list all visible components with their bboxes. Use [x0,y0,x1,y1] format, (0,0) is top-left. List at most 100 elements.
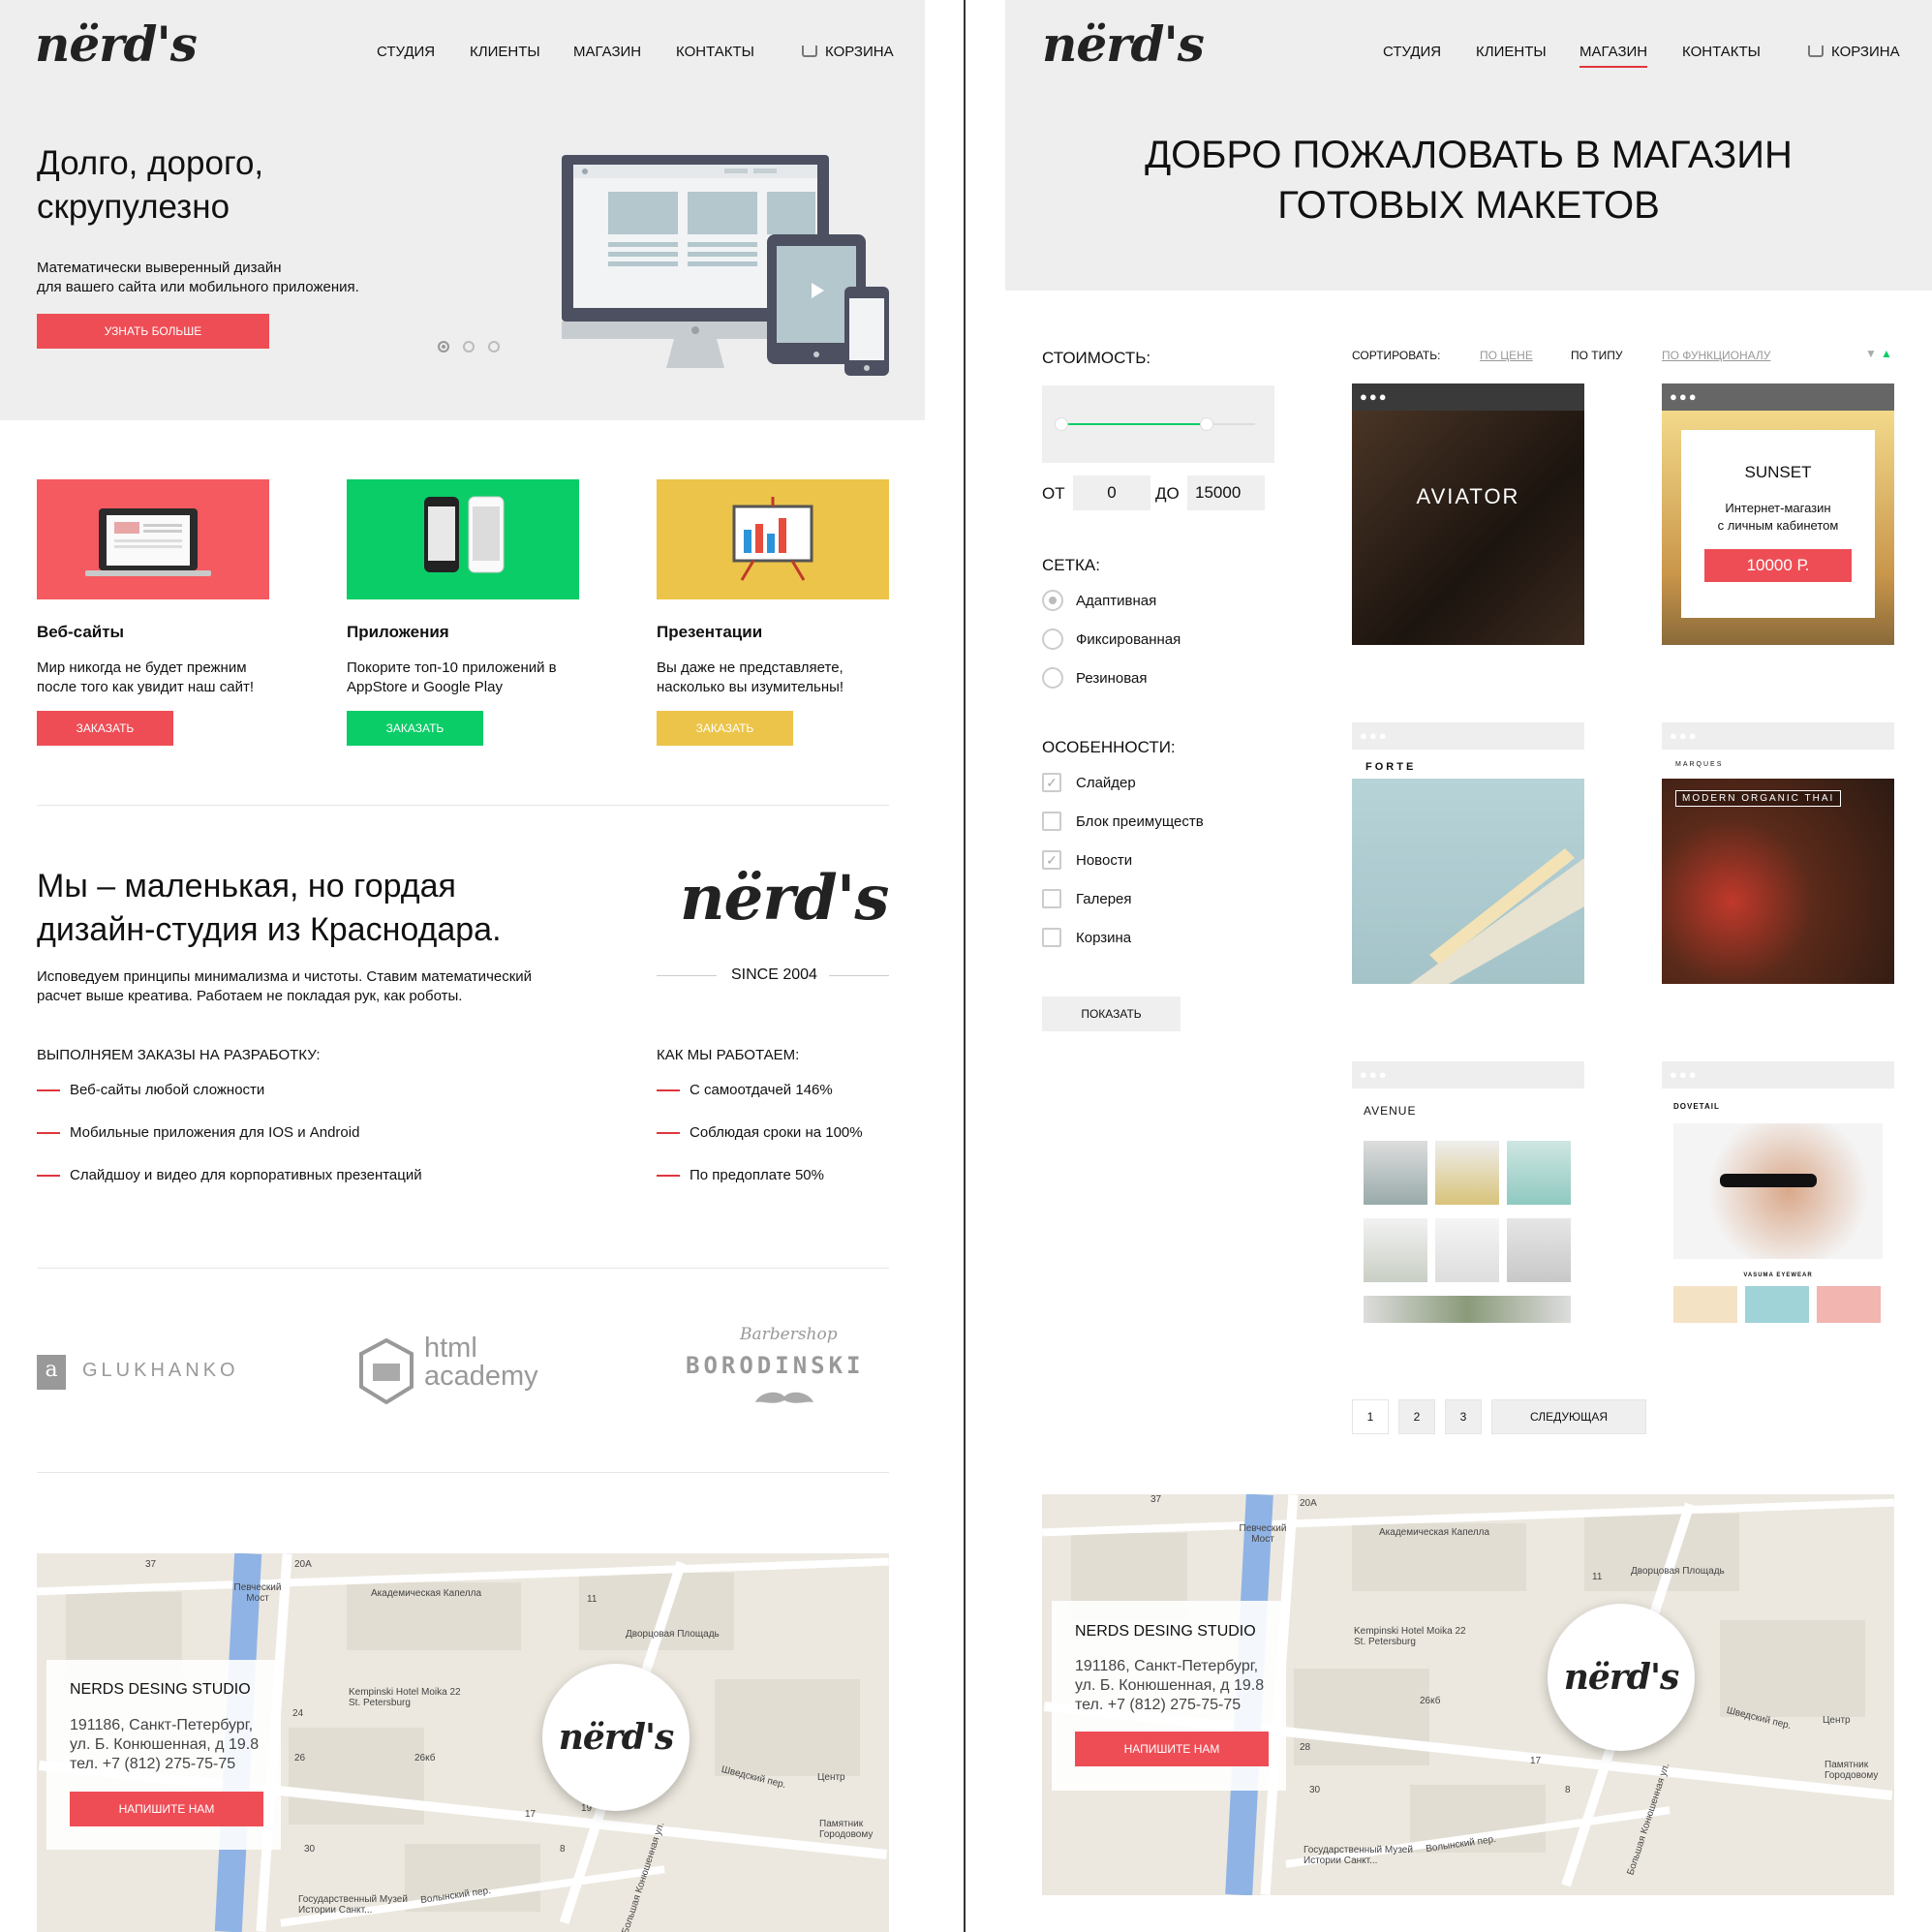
feature-gallery-checkbox[interactable] [1042,889,1061,908]
websites-card-image [37,479,269,599]
nav-contacts[interactable]: Контакты [1682,44,1761,60]
price-from-label: ОТ [1042,484,1065,503]
how-item: С самоотдачей 146% [657,1082,833,1098]
sunglasses-icon [1720,1174,1817,1187]
grid-fixed-label[interactable]: Фиксированная [1076,631,1181,648]
apps-text: Покорите топ-10 приложений в AppStore и … [347,659,557,697]
slider-dot-1[interactable] [438,341,449,353]
feature-slider-label[interactable]: Слайдер [1076,775,1136,791]
nav-studio[interactable]: Студия [1383,44,1441,60]
price-to-input[interactable]: 15000 [1187,475,1265,510]
feature-news-label[interactable]: Новости [1076,852,1132,869]
map-label-muzey: Государственный Музей Истории Санкт... [298,1894,408,1916]
grid-adaptive-radio[interactable] [1042,590,1063,611]
order-apps-button[interactable]: Заказать [347,711,483,746]
nav-contacts[interactable]: Контакты [676,44,754,60]
grid-fluid-label[interactable]: Резиновая [1076,670,1148,687]
avenue-gallery-image [1364,1218,1427,1282]
nav-cart[interactable]: Корзина [1808,44,1900,60]
map-label-capella: Академическая Капелла [1379,1527,1490,1538]
sort-by-price[interactable]: ПО ЦЕНЕ [1480,349,1533,362]
nav-cart[interactable]: Корзина [802,44,894,60]
map-label-number: 26кб [414,1753,436,1763]
price-from-input[interactable]: 0 [1073,475,1150,510]
presentations-card-image [657,479,889,599]
page-2-button[interactable]: 2 [1398,1399,1435,1434]
map-label-pevchesky: Певческий Мост [233,1582,282,1604]
avenue-gallery-row [1364,1296,1571,1323]
logo[interactable]: nërd's [35,15,198,73]
how-item: Соблюдая сроки на 100% [657,1124,863,1141]
feature-benefits-label[interactable]: Блок преимуществ [1076,813,1204,830]
page-1-button[interactable]: 1 [1352,1399,1389,1434]
since-line-right [829,975,889,976]
write-us-button[interactable]: Напишите нам [70,1792,263,1826]
slider-dot-3[interactable] [488,341,500,353]
glukhanko-logo-text[interactable]: GLUKHANKO [82,1360,239,1382]
since-label: SINCE 2004 [731,966,817,983]
sort-desc-icon[interactable]: ▼ [1865,347,1877,360]
sunset-price-button[interactable]: 10000 Р. [1704,549,1852,582]
aviator-background [1352,411,1584,645]
map-label-number: 28 [1300,1742,1311,1753]
presentations-text: Вы даже не представляете, насколько вы и… [657,659,843,697]
divider [37,1472,889,1473]
marques-food-image [1662,779,1894,984]
dovetail-product-image [1673,1286,1737,1323]
page-3-button[interactable]: 3 [1445,1399,1482,1434]
price-range-slider[interactable] [1042,385,1274,463]
grid-filter-title: Сетка: [1042,556,1100,574]
nav-shop[interactable]: Магазин [1579,44,1648,68]
grid-fluid-radio[interactable] [1042,667,1063,689]
dash-icon [37,1089,60,1092]
feature-cart-label[interactable]: Корзина [1076,930,1131,946]
dash-icon [657,1089,680,1092]
feature-gallery-label[interactable]: Галерея [1076,891,1132,907]
grid-fixed-radio[interactable] [1042,629,1063,650]
sort-by-function[interactable]: ПО ФУНКЦИОНАЛУ [1662,349,1770,362]
map-marker[interactable]: nërd's [542,1664,690,1811]
next-page-button[interactable]: Следующая [1491,1399,1646,1434]
html-academy-line2: academy [424,1361,538,1392]
borodinski-logo-text[interactable]: BORODINSKI [686,1352,865,1379]
show-button[interactable]: Показать [1042,997,1181,1031]
nav-studio[interactable]: Студия [377,44,435,60]
product-aviator[interactable]: ●●● AVIATOR [1352,383,1584,645]
marques-title: MARQUES [1675,761,1724,768]
order-websites-button[interactable]: Заказать [37,711,173,746]
feature-cart-checkbox[interactable] [1042,928,1061,947]
how-item: По предоплате 50% [657,1167,824,1183]
map-label-pamyatnik: Памятник Городовому [819,1819,874,1840]
sort-asc-icon[interactable]: ▲ [1881,347,1892,360]
html-academy-logo-text[interactable]: html academy [424,1334,538,1391]
product-forte[interactable]: ●●● FORTE [1352,722,1584,984]
sort-by-type[interactable]: ПО ТИПУ [1571,349,1623,362]
feature-benefits-checkbox[interactable] [1042,812,1061,831]
learn-more-button[interactable]: Узнать больше [37,314,269,349]
feature-slider-checkbox[interactable]: ✓ [1042,773,1061,792]
feature-news-checkbox[interactable]: ✓ [1042,850,1061,870]
about-title: Мы – маленькая, но гордая дизайн-студия … [37,865,502,952]
slider-min-handle[interactable] [1055,417,1068,431]
product-sunset[interactable]: ●●● SUNSET Интернет-магазин с личным каб… [1662,383,1894,645]
product-avenue[interactable]: ●●● AVENUE [1352,1061,1584,1323]
map-marker[interactable]: nërd's [1548,1604,1695,1751]
nav-shop[interactable]: Магазин [573,44,641,60]
write-us-button[interactable]: Напишите нам [1075,1732,1269,1766]
browser-dots-icon: ●●● [1670,1067,1699,1082]
product-dovetail[interactable]: ●●● DOVETAIL VASUMA EYEWEAR [1662,1061,1894,1323]
presentations-text-line2: насколько вы изумительны! [657,679,844,695]
logo[interactable]: nërd's [1042,15,1205,73]
grid-adaptive-label[interactable]: Адаптивная [1076,593,1156,609]
product-marques[interactable]: ●●● MARQUES MODERN ORGANIC THAI [1662,722,1894,984]
orders-item: Веб-сайты любой сложности [37,1082,264,1098]
slider-max-handle[interactable] [1200,417,1213,431]
order-presentations-button[interactable]: Заказать [657,711,793,746]
dash-icon [37,1132,60,1135]
slider-dot-2[interactable] [463,341,475,353]
browser-dots-icon: ●●● [1360,728,1389,743]
nav-clients[interactable]: Клиенты [1476,44,1547,60]
hero-text: Математически выверенный дизайн для ваше… [37,259,359,297]
nav-clients[interactable]: Клиенты [470,44,540,60]
price-to-label: ДО [1155,484,1180,503]
